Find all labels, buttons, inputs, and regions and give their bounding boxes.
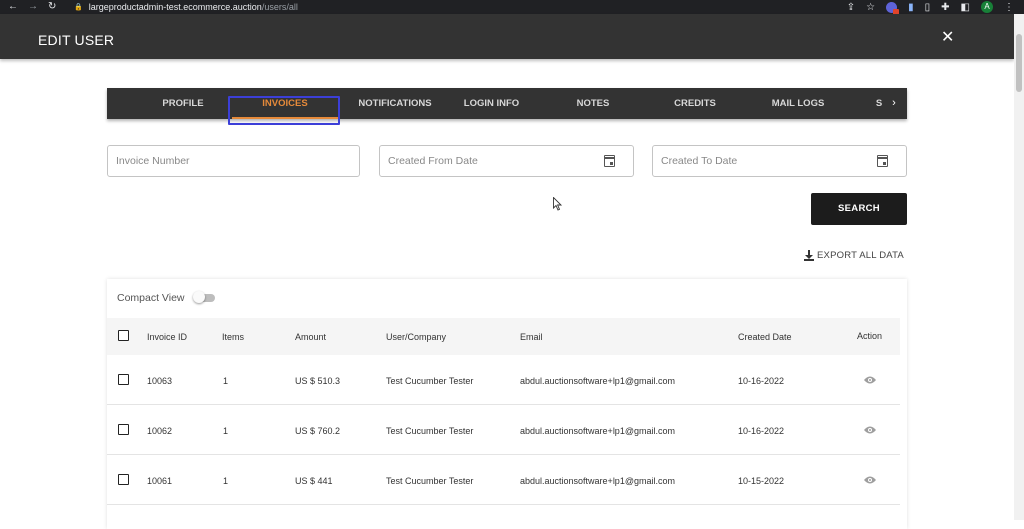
bookmark-star-icon[interactable]: ☆ [866, 2, 875, 13]
calendar-icon[interactable] [877, 155, 888, 167]
amount-cell: US $ 441 [295, 476, 333, 486]
eye-icon[interactable] [864, 426, 876, 434]
items-cell: 1 [223, 376, 229, 386]
row-checkbox[interactable] [118, 424, 129, 435]
close-icon[interactable]: ✕ [941, 30, 954, 46]
row-checkbox[interactable] [118, 474, 129, 485]
url-path: /users/all [261, 2, 298, 12]
tab-invoices[interactable]: INVOICES [232, 88, 338, 119]
tab-login-info[interactable]: LOGIN INFO [444, 88, 539, 119]
created-from-field [379, 145, 634, 177]
side-panel-icon[interactable]: ◧ [961, 2, 970, 13]
extensions-puzzle-icon[interactable]: ✚ [941, 2, 949, 13]
invoice-number-field [107, 145, 360, 177]
invoice-id-cell[interactable]: 10063 [147, 376, 172, 386]
compact-view-control: Compact View [117, 291, 215, 305]
tab-profile[interactable]: PROFILE [150, 88, 216, 119]
profile-avatar[interactable]: A [981, 1, 993, 13]
column-header-user-company[interactable]: User/Company [386, 332, 446, 342]
forward-arrow-icon[interactable]: → [28, 0, 38, 14]
browser-actions: ⇪ ☆ ▮ ▯ ✚ ◧ A ⋮ [847, 0, 1014, 15]
email-cell: abdul.auctionsoftware+lp1@gmail.com [520, 376, 675, 386]
column-header-email[interactable]: Email [520, 332, 543, 342]
table-row: 10063 1 US $ 510.3 Test Cucumber Tester … [107, 355, 900, 405]
created-from-input[interactable] [380, 146, 633, 176]
address-bar[interactable]: 🔒 largeproductadmin-test.ecommerce.aucti… [74, 2, 298, 12]
column-header-amount[interactable]: Amount [295, 332, 326, 342]
user-company-cell: Test Cucumber Tester [386, 476, 474, 486]
page-title: EDIT USER [38, 32, 115, 48]
column-header-created-date[interactable]: Created Date [738, 332, 792, 342]
compact-view-toggle[interactable] [192, 291, 215, 303]
user-company-cell: Test Cucumber Tester [386, 376, 474, 386]
extension-doc-icon[interactable]: ▮ [908, 2, 914, 13]
tab-mail-logs[interactable]: MAIL LOGS [759, 88, 837, 119]
items-cell: 1 [223, 426, 229, 436]
vertical-scrollbar[interactable] [1014, 14, 1024, 520]
lock-icon: 🔒 [74, 4, 83, 11]
eye-icon[interactable] [864, 376, 876, 384]
export-label: EXPORT ALL DATA [817, 249, 904, 261]
created-to-input[interactable] [653, 146, 906, 176]
select-all-checkbox[interactable] [118, 330, 129, 341]
row-checkbox[interactable] [118, 374, 129, 385]
user-company-cell: Test Cucumber Tester [386, 426, 474, 436]
invoice-id-cell[interactable]: 10061 [147, 476, 172, 486]
extension-badge-icon[interactable] [886, 1, 900, 15]
column-header-items[interactable]: Items [222, 332, 244, 342]
invoice-id-cell[interactable]: 10062 [147, 426, 172, 436]
browser-menu-icon[interactable]: ⋮ [1004, 2, 1014, 13]
compact-view-label: Compact View [117, 292, 185, 304]
created-date-cell: 10-15-2022 [738, 476, 785, 486]
search-button[interactable]: SEARCH [811, 193, 907, 225]
app-header: EDIT USER ✕ [0, 14, 1014, 59]
tab-notifications[interactable]: NOTIFICATIONS [342, 88, 448, 119]
table-row: 10062 1 US $ 760.2 Test Cucumber Tester … [107, 405, 900, 455]
email-cell: abdul.auctionsoftware+lp1@gmail.com [520, 426, 675, 436]
created-date-cell: 10-16-2022 [738, 376, 785, 386]
scrollbar-thumb[interactable] [1016, 34, 1022, 92]
amount-cell: US $ 760.2 [295, 426, 341, 436]
created-date-cell: 10-16-2022 [738, 426, 785, 436]
items-cell: 1 [223, 476, 229, 486]
tab-credits[interactable]: CREDITS [657, 88, 733, 119]
column-header-action: Action [857, 331, 883, 341]
share-icon[interactable]: ⇪ [847, 2, 855, 13]
column-header-invoice-id[interactable]: Invoice ID [147, 332, 187, 342]
download-icon [804, 249, 814, 261]
eye-icon[interactable] [864, 476, 876, 484]
invoice-number-input[interactable] [108, 146, 359, 176]
chevron-right-icon[interactable]: › [889, 88, 899, 119]
tab-s[interactable]: S [872, 88, 886, 119]
mouse-pointer-icon [553, 197, 563, 211]
table-row: 10061 1 US $ 441 Test Cucumber Tester ab… [107, 455, 900, 505]
reload-icon[interactable]: ↻ [48, 0, 56, 14]
browser-toolbar: ← → ↻ 🔒 largeproductadmin-test.ecommerce… [0, 0, 1024, 15]
email-cell: abdul.auctionsoftware+lp1@gmail.com [520, 476, 675, 486]
export-all-data-button[interactable]: EXPORT ALL DATA [804, 248, 904, 262]
back-arrow-icon[interactable]: ← [8, 0, 18, 14]
table-header: Invoice ID Items Amount User/Company Ema… [107, 318, 900, 355]
extension-phone-icon[interactable]: ▯ [925, 2, 931, 13]
calendar-icon[interactable] [604, 155, 615, 167]
url-host: largeproductadmin-test.ecommerce.auction [88, 2, 262, 12]
created-to-field [652, 145, 907, 177]
amount-cell: US $ 510.3 [295, 376, 341, 386]
tab-bar: PROFILE INVOICES NOTIFICATIONS LOGIN INF… [107, 88, 907, 119]
tab-notes[interactable]: NOTES [557, 88, 629, 119]
browser-nav: ← → ↻ [0, 0, 74, 14]
